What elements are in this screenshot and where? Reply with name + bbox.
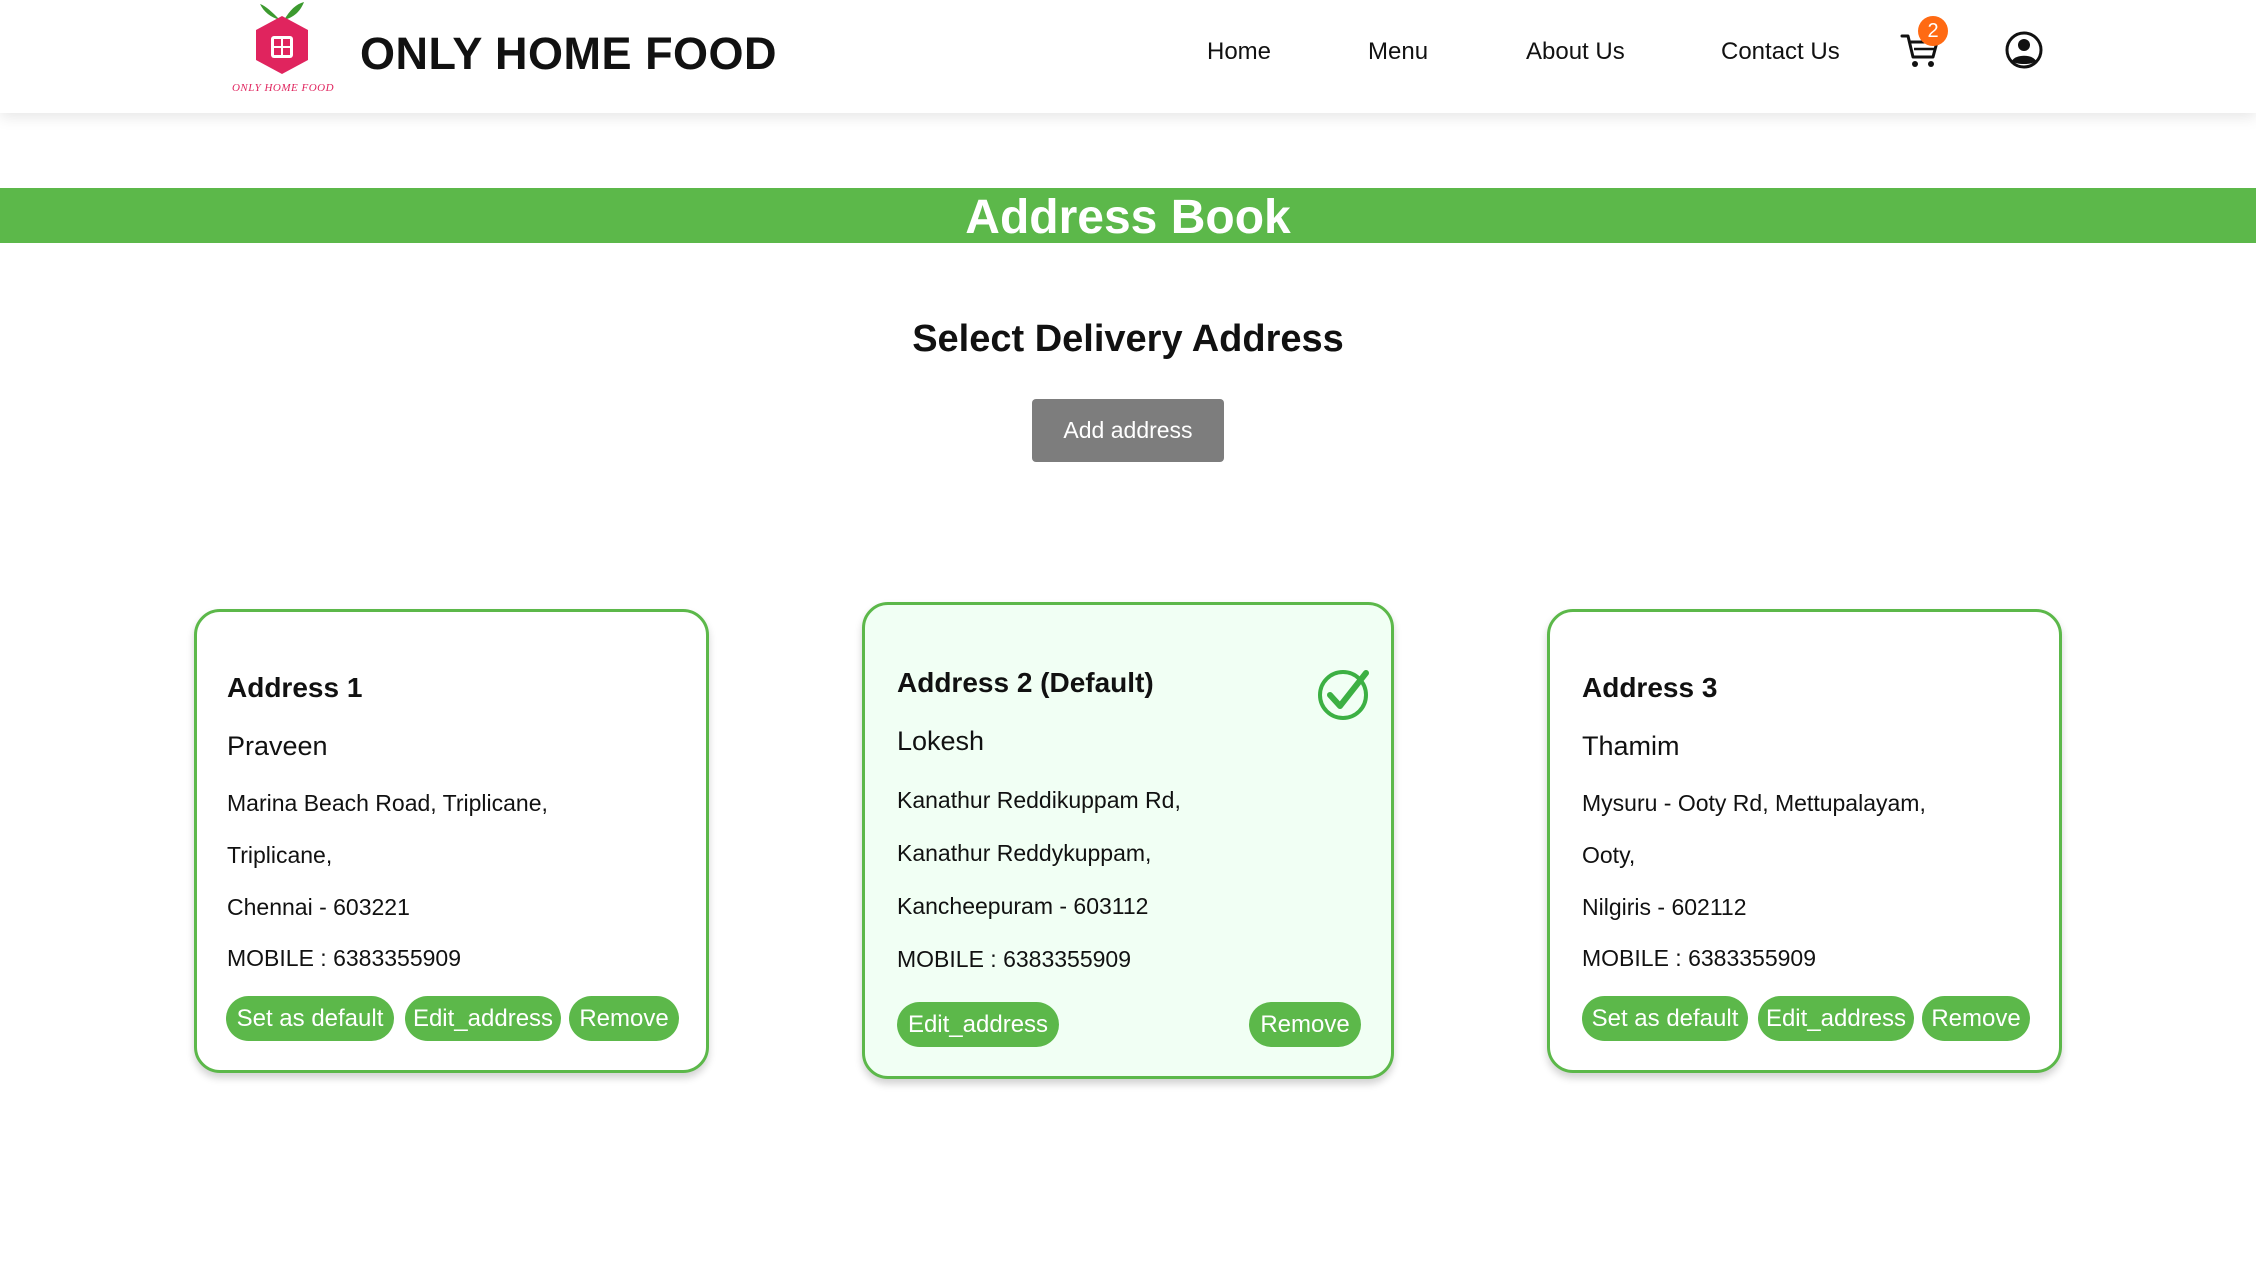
add-address-button[interactable]: Add address — [1032, 399, 1224, 462]
logo-icon — [256, 2, 308, 74]
address-line-2: Triplicane, — [227, 842, 333, 868]
nav-about-us[interactable]: About Us — [1526, 38, 1625, 66]
logo[interactable]: ONLY HOME FOOD — [224, 0, 342, 100]
address-name: Praveen — [227, 731, 328, 761]
address-title: Address 1 — [227, 672, 363, 703]
address-line-2: Kanathur Reddykuppam, — [897, 840, 1152, 866]
address-line-1: Kanathur Reddikuppam Rd, — [897, 787, 1181, 813]
edit-address-button[interactable]: Edit_address — [1758, 996, 1914, 1041]
user-circle-icon[interactable] — [2004, 30, 2044, 70]
set-default-button[interactable]: Set as default — [226, 996, 394, 1041]
address-line-3: Kancheepuram - 603112 — [897, 893, 1149, 919]
nav-contact-us[interactable]: Contact Us — [1721, 38, 1840, 66]
address-line-2: Ooty, — [1582, 842, 1636, 868]
check-circle-icon — [1316, 665, 1372, 721]
address-line-1: Mysuru - Ooty Rd, Mettupalayam, — [1582, 790, 1926, 816]
nav-home[interactable]: Home — [1207, 38, 1271, 66]
set-default-button[interactable]: Set as default — [1582, 996, 1748, 1041]
address-title: Address 3 — [1582, 672, 1718, 703]
remove-button[interactable]: Remove — [569, 996, 679, 1041]
remove-button[interactable]: Remove — [1249, 1002, 1361, 1047]
cart-count-badge: 2 — [1918, 16, 1948, 46]
address-mobile: MOBILE : 6383355909 — [227, 945, 461, 971]
address-title: Address 2 (Default) — [897, 667, 1154, 698]
address-name: Lokesh — [897, 726, 985, 756]
address-name: Thamim — [1582, 731, 1680, 761]
address-mobile: MOBILE : 6383355909 — [1582, 945, 1816, 971]
address-card-1[interactable]: Address 1 Praveen Marina Beach Road, Tri… — [194, 609, 709, 1073]
address-card-3[interactable]: Address 3 Thamim Mysuru - Ooty Rd, Mettu… — [1547, 609, 2062, 1073]
address-mobile: MOBILE : 6383355909 — [897, 946, 1131, 972]
nav-menu[interactable]: Menu — [1368, 38, 1428, 66]
address-line-3: Nilgiris - 602112 — [1582, 894, 1747, 920]
edit-address-button[interactable]: Edit_address — [897, 1002, 1059, 1047]
page-banner: Address Book — [0, 188, 2256, 243]
site-header: ONLY HOME FOOD ONLY HOME FOOD Home Menu … — [0, 0, 2256, 113]
address-card-2-default[interactable]: Address 2 (Default) Lokesh Kanathur Redd… — [862, 602, 1394, 1079]
brand-name[interactable]: ONLY HOME FOOD — [360, 28, 777, 80]
address-line-1: Marina Beach Road, Triplicane, — [227, 790, 548, 816]
address-line-3: Chennai - 603221 — [227, 894, 410, 920]
edit-address-button[interactable]: Edit_address — [405, 996, 561, 1041]
logo-caption: ONLY HOME FOOD — [231, 82, 335, 94]
section-title: Select Delivery Address — [912, 318, 1344, 360]
remove-button[interactable]: Remove — [1922, 996, 2030, 1041]
